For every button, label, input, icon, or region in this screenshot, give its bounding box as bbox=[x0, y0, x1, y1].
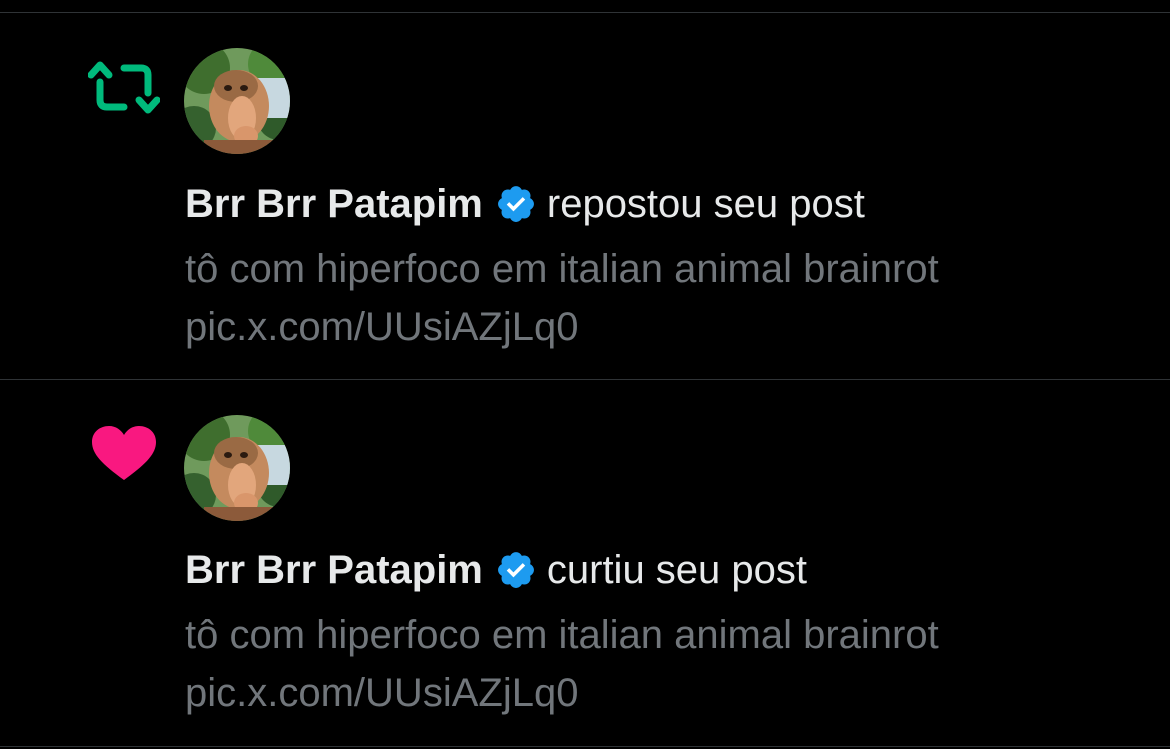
action-text: repostou seu post bbox=[546, 182, 865, 226]
verified-badge-icon bbox=[495, 549, 537, 591]
avatar[interactable] bbox=[184, 415, 290, 521]
notification-like[interactable]: Brr Brr Patapim curtiu seu post tô com h… bbox=[0, 380, 1170, 749]
bottom-divider bbox=[0, 746, 1170, 747]
verified-badge-icon bbox=[495, 183, 537, 225]
avatar[interactable] bbox=[184, 48, 290, 154]
post-preview-link[interactable]: pic.x.com/UUsiAZjLq0 bbox=[185, 664, 578, 722]
action-text: curtiu seu post bbox=[546, 548, 808, 592]
post-preview-text: tô com hiperfoco em italian animal brain… bbox=[185, 247, 939, 291]
notification-repost[interactable]: Brr Brr Patapim repostou seu post tô com… bbox=[0, 0, 1170, 379]
heart-icon bbox=[88, 424, 160, 484]
repost-icon bbox=[87, 58, 161, 118]
notification-headline: Brr Brr Patapim curtiu seu post bbox=[185, 546, 807, 594]
user-name[interactable]: Brr Brr Patapim bbox=[185, 180, 483, 228]
notification-headline: Brr Brr Patapim repostou seu post bbox=[185, 180, 865, 228]
post-preview-text: tô com hiperfoco em italian animal brain… bbox=[185, 613, 939, 657]
user-name[interactable]: Brr Brr Patapim bbox=[185, 546, 483, 594]
post-preview-link[interactable]: pic.x.com/UUsiAZjLq0 bbox=[185, 298, 578, 356]
